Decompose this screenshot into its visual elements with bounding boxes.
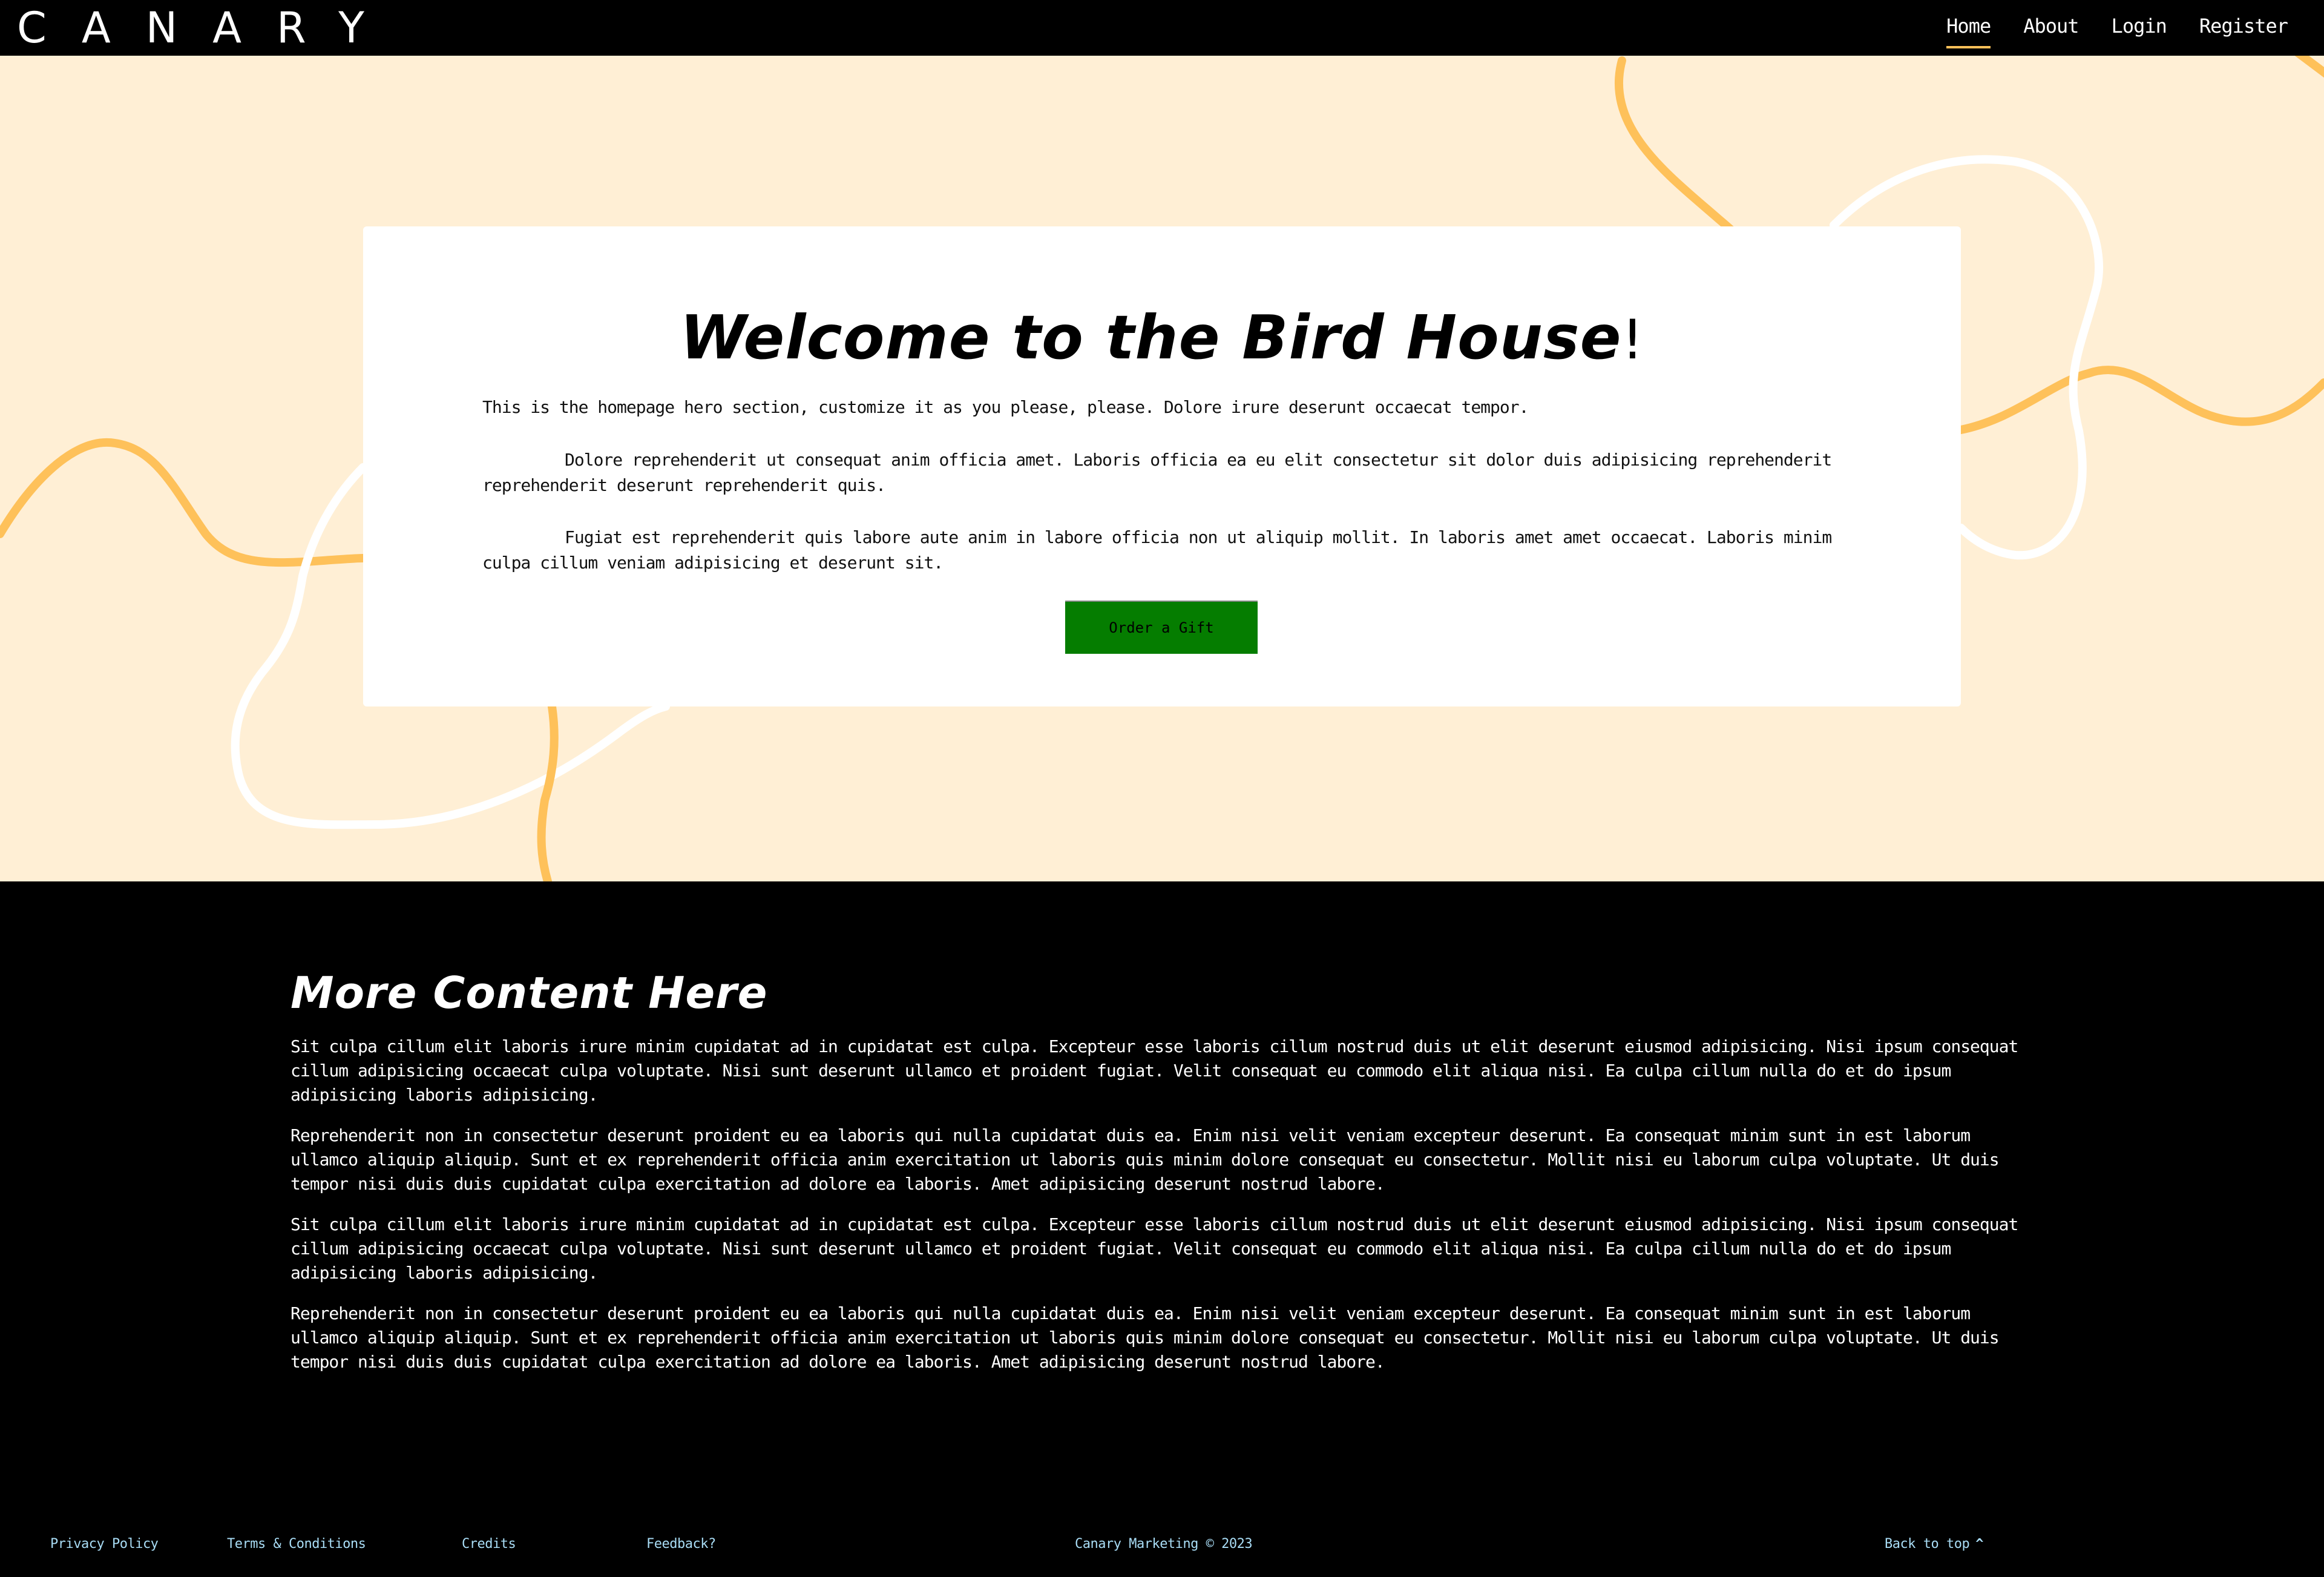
hero-paragraph-3: Fugiat est reprehenderit quis labore aut… xyxy=(482,527,1832,573)
footer-credits-link[interactable]: Credits xyxy=(462,1536,516,1552)
hero-section: Welcome to the Bird House! This is the h… xyxy=(0,56,2324,881)
top-navbar: CANARY Home About Login Register xyxy=(0,0,2324,56)
footer-terms-link[interactable]: Terms & Conditions xyxy=(227,1536,366,1552)
hero-title: Welcome to the Bird House! xyxy=(363,302,1961,373)
nav-about[interactable]: About xyxy=(2023,15,2079,41)
footer: Privacy Policy Terms & Conditions Credit… xyxy=(0,1517,2324,1577)
hero-card: Welcome to the Bird House! This is the h… xyxy=(363,226,1961,706)
content-paragraph-4: Reprehenderit non in consectetur deserun… xyxy=(290,1303,2000,1372)
footer-feedback-link[interactable]: Feedback? xyxy=(646,1536,716,1552)
hero-paragraph-1: This is the homepage hero section, custo… xyxy=(482,397,1529,417)
nav-login[interactable]: Login xyxy=(2112,15,2167,41)
hero-title-text: Welcome to the Bird House xyxy=(680,302,1622,373)
more-content-section: More Content Here Sit culpa cillum elit … xyxy=(0,881,2324,1517)
hero-title-suffix: ! xyxy=(1621,308,1644,372)
hero-paragraph-2: Dolore reprehenderit ut consequat anim o… xyxy=(482,450,1832,495)
footer-copyright: Canary Marketing © 2023 xyxy=(1075,1536,1253,1552)
back-to-top-link[interactable]: Back to top ^ xyxy=(1885,1536,1983,1552)
nav-home[interactable]: Home xyxy=(1946,15,1991,48)
content-paragraph-3: Sit culpa cillum elit laboris irure mini… xyxy=(290,1214,2018,1283)
back-to-top-label: Back to top xyxy=(1885,1536,1970,1552)
order-gift-button[interactable]: Order a Gift xyxy=(1065,601,1258,654)
footer-privacy-link[interactable]: Privacy Policy xyxy=(50,1536,159,1552)
squiggle-yellow-bottom xyxy=(537,702,559,881)
canary-logo[interactable]: CANARY xyxy=(17,4,399,52)
nav-register[interactable]: Register xyxy=(2199,15,2288,41)
more-content-title: More Content Here xyxy=(290,967,768,1018)
content-paragraph-1: Sit culpa cillum elit laboris irure mini… xyxy=(290,1036,2018,1105)
squiggle-yellow-right xyxy=(1957,366,2324,434)
content-paragraph-2: Reprehenderit non in consectetur deserun… xyxy=(290,1125,2000,1194)
squiggle-yellow-corner xyxy=(2294,56,2324,78)
nav-links: Home About Login Register xyxy=(1946,0,2288,56)
chevron-up-icon: ^ xyxy=(1975,1536,1983,1552)
